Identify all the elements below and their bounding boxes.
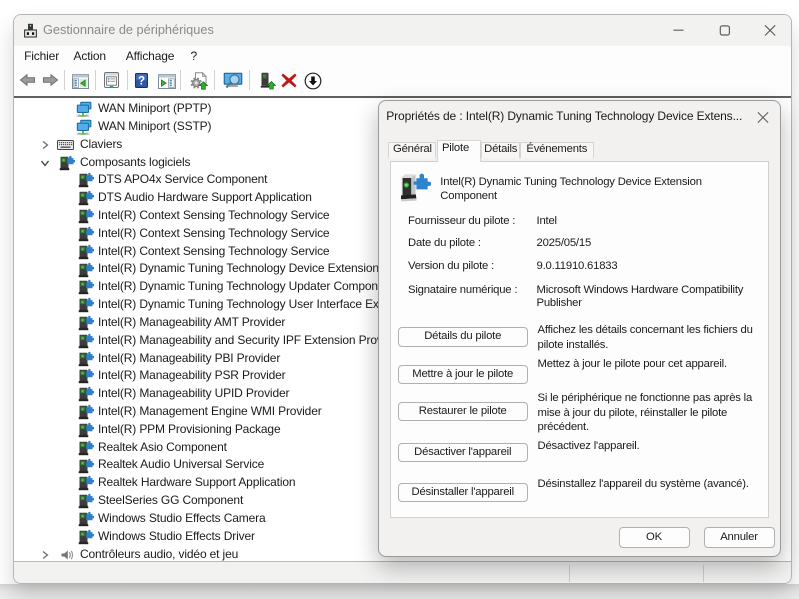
svg-text:?: ? <box>138 75 145 87</box>
